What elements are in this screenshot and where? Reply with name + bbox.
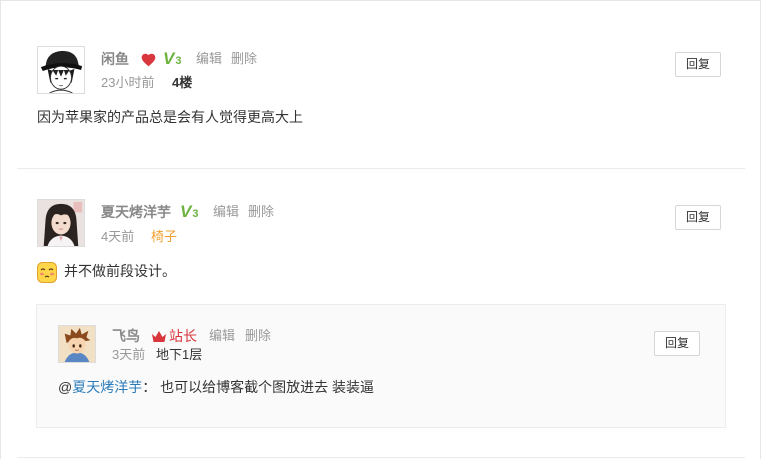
edit-link[interactable]: 编辑 bbox=[213, 203, 239, 221]
shy-face-emoji-icon bbox=[37, 262, 57, 283]
level-number: 3 bbox=[175, 55, 182, 67]
heart-icon bbox=[141, 53, 156, 67]
avatar bbox=[58, 325, 96, 363]
mention-link[interactable]: 夏天烤洋芋 bbox=[72, 379, 142, 395]
delete-link[interactable]: 删除 bbox=[248, 203, 274, 221]
reply-floor: 地下1层 bbox=[156, 347, 203, 362]
admin-role-badge: 站长 bbox=[169, 328, 197, 344]
comment-floor: 椅子 bbox=[151, 229, 178, 244]
reply-author[interactable]: 飞鸟 bbox=[112, 327, 140, 345]
level-prefix: V bbox=[180, 202, 192, 221]
comment-content: 因为苹果家的产品总是会有人觉得更高大上 bbox=[37, 109, 303, 125]
level-prefix: V bbox=[163, 49, 175, 68]
reply-text: ： 也可以给博客截个图放进去 装装逼 bbox=[142, 379, 374, 395]
crown-icon bbox=[152, 331, 166, 342]
edit-link[interactable]: 编辑 bbox=[209, 327, 235, 345]
reply-button[interactable]: 回复 bbox=[675, 205, 721, 230]
reply-content: @夏天烤洋芋： 也可以给博客截个图放进去 装装逼 bbox=[58, 377, 374, 397]
reply-time: 3天前 bbox=[112, 347, 146, 362]
delete-link[interactable]: 删除 bbox=[231, 50, 257, 68]
level-badge: V3 bbox=[180, 202, 199, 222]
comment-divider bbox=[17, 168, 745, 169]
comment-content: 并不做前段设计。 bbox=[64, 263, 176, 279]
reply-button[interactable]: 回复 bbox=[675, 52, 721, 77]
comment-time: 23小时前 bbox=[101, 75, 155, 90]
comment-author[interactable]: 闲鱼 bbox=[101, 50, 129, 68]
reply-button[interactable]: 回复 bbox=[654, 331, 700, 356]
level-number: 3 bbox=[192, 208, 199, 220]
girl-photo-avatar-icon bbox=[38, 200, 84, 246]
avatar bbox=[37, 46, 85, 94]
anime-boy-avatar-icon bbox=[38, 47, 84, 93]
delete-link[interactable]: 删除 bbox=[245, 327, 271, 345]
mention-prefix: @ bbox=[58, 379, 73, 395]
comment-time: 4天前 bbox=[101, 229, 135, 244]
avatar bbox=[37, 199, 85, 247]
reply-thread bbox=[36, 304, 726, 428]
comment-floor: 4楼 bbox=[172, 75, 193, 90]
cartoon-boy-avatar-icon bbox=[59, 326, 95, 362]
edit-link[interactable]: 编辑 bbox=[196, 50, 222, 68]
comment-author[interactable]: 夏天烤洋芋 bbox=[101, 203, 171, 221]
comment-divider bbox=[17, 457, 745, 458]
level-badge: V3 bbox=[163, 49, 182, 69]
